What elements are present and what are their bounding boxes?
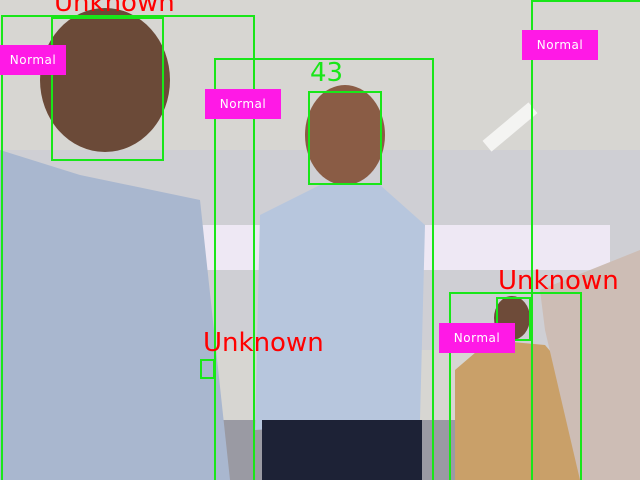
status-tag: Normal: [0, 45, 66, 75]
status-tag: Normal: [439, 323, 515, 353]
identity-label: Unknown: [54, 0, 175, 18]
camera-frame: Normal Unknown Normal 43 Unknown Normal …: [0, 0, 640, 480]
face-box: [200, 359, 215, 379]
identity-label: 43: [310, 58, 344, 88]
status-tag: Normal: [522, 30, 598, 60]
status-tag: Normal: [205, 89, 281, 119]
detection-overlay: Normal Unknown Normal 43 Unknown Normal …: [0, 0, 640, 480]
face-box: [51, 17, 164, 161]
person-box: [531, 0, 640, 480]
identity-label: Unknown: [203, 328, 324, 358]
face-box: [308, 91, 382, 185]
